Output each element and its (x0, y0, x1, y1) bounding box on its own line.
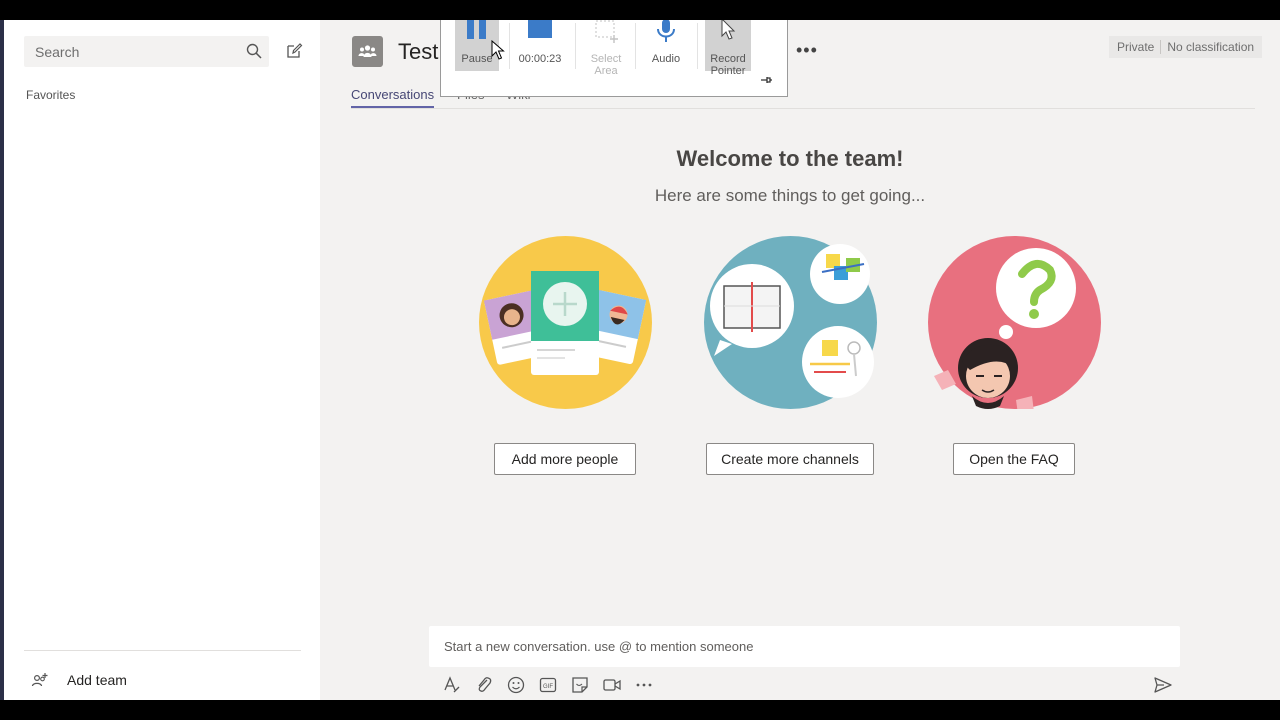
recorder-separator (697, 23, 698, 69)
search-placeholder: Search (35, 44, 80, 60)
add-team-icon (30, 670, 50, 695)
emoji-icon[interactable] (506, 675, 526, 695)
privacy-label: Private (1117, 40, 1155, 54)
recording-timer: 00:00:23 (518, 53, 562, 65)
send-icon[interactable] (1153, 676, 1173, 699)
tab-conversations[interactable]: Conversations (351, 87, 435, 109)
select-area-icon (581, 20, 631, 52)
stop-icon (515, 20, 565, 52)
add-team-button[interactable]: Add team (28, 670, 188, 690)
recorder-separator (509, 23, 510, 69)
record-pointer-label: Record Pointer (710, 53, 746, 77)
recorder-separator (635, 23, 636, 69)
new-conversation-placeholder: Start a new conversation. use @ to menti… (444, 639, 754, 654)
create-channels-illustration (704, 236, 877, 409)
team-classification-badge: Private No classification (1109, 36, 1263, 58)
svg-text:GIF: GIF (543, 684, 553, 690)
more-options-icon[interactable]: ••• (796, 40, 818, 61)
teams-window: Search Favorites Add team Test ••• Priva… (0, 20, 1280, 700)
attach-icon[interactable] (474, 675, 494, 695)
select-area-label: Select Area (590, 53, 622, 77)
sidebar-divider (24, 650, 301, 651)
favorites-label: Favorites (26, 88, 76, 102)
open-faq-button[interactable]: Open the FAQ (953, 443, 1075, 475)
pin-icon[interactable] (759, 73, 773, 92)
microphone-icon (641, 20, 691, 52)
mouse-cursor-icon (491, 39, 505, 65)
classification-label: No classification (1167, 40, 1255, 54)
new-conversation-input[interactable]: Start a new conversation. use @ to menti… (429, 626, 1180, 667)
recorder-record-pointer-button[interactable]: Record Pointer (705, 20, 751, 77)
search-input[interactable]: Search (24, 36, 269, 67)
recorder-select-area-button[interactable]: Select Area (581, 20, 631, 77)
meet-now-icon[interactable] (602, 675, 622, 695)
audio-label: Audio (651, 53, 681, 65)
recorder-stop-button[interactable]: 00:00:23 (515, 20, 565, 71)
badge-separator (1160, 40, 1162, 54)
teams-sidebar: Search Favorites Add team (4, 20, 320, 700)
search-icon[interactable] (245, 42, 263, 65)
sticker-icon[interactable] (570, 675, 590, 695)
format-icon[interactable] (442, 675, 462, 695)
add-team-label: Add team (67, 672, 127, 688)
recorder-audio-button[interactable]: Audio (641, 20, 691, 71)
create-more-channels-button[interactable]: Create more channels (706, 443, 874, 475)
more-compose-options-icon[interactable] (634, 675, 654, 695)
team-avatar (352, 36, 383, 67)
add-more-people-button[interactable]: Add more people (494, 443, 636, 475)
open-faq-illustration (928, 236, 1101, 414)
welcome-subtitle: Here are some things to get going... (654, 186, 926, 205)
pointer-icon (705, 20, 751, 52)
compose-icon[interactable] (285, 42, 303, 65)
team-name: Test (398, 39, 439, 64)
welcome-title: Welcome to the team! (676, 146, 904, 171)
add-people-illustration (479, 236, 652, 409)
recorder-separator (575, 23, 576, 69)
header-divider (351, 108, 1255, 109)
gif-icon[interactable]: GIF (538, 675, 558, 695)
